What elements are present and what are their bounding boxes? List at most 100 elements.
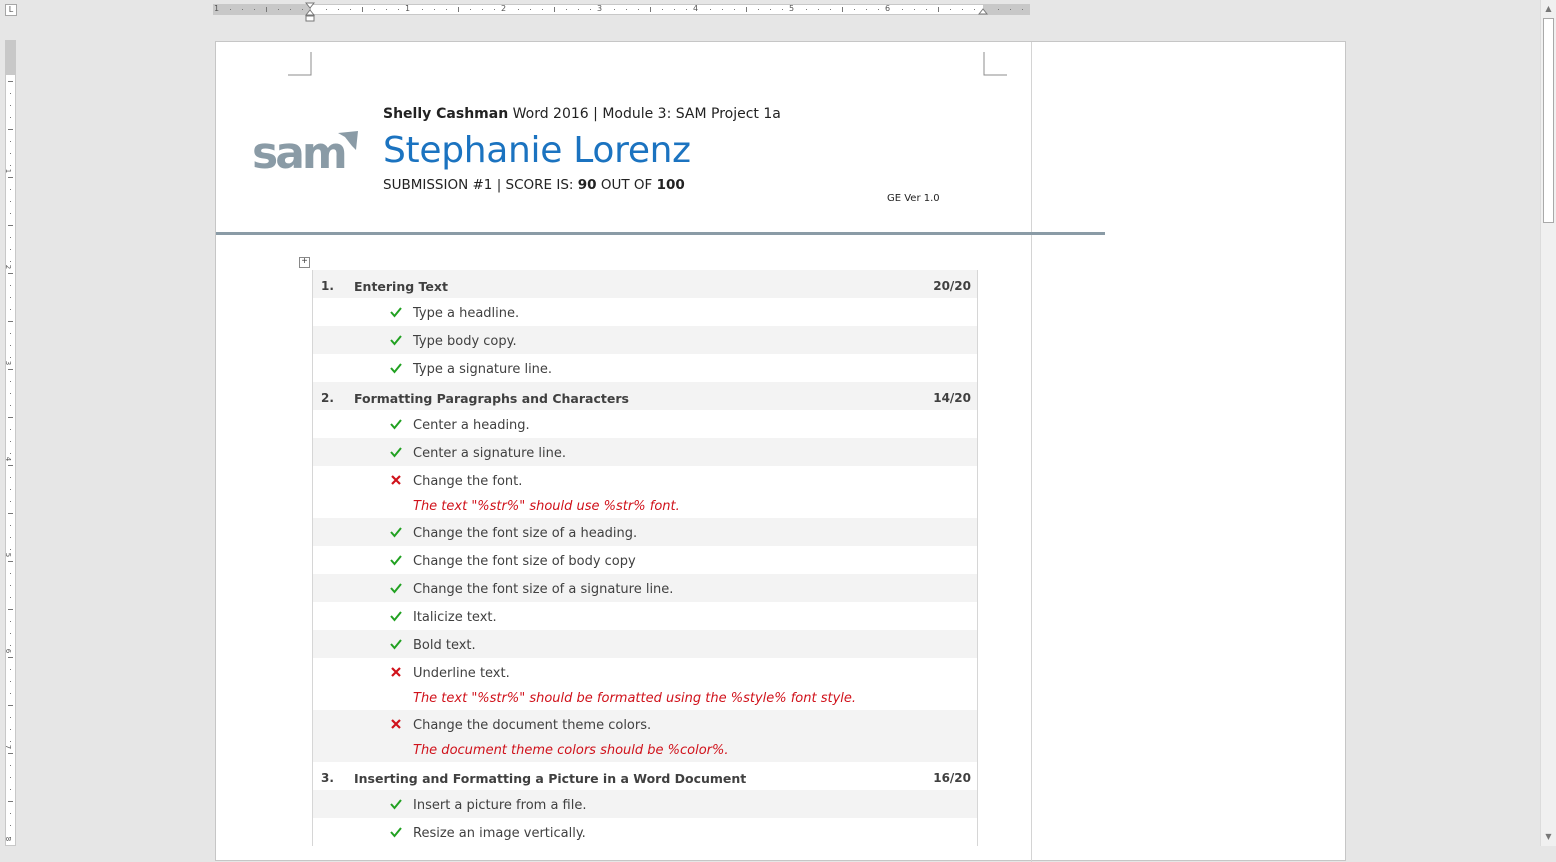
task-text: Change the font size of a heading. — [413, 526, 638, 541]
ruler-tick — [10, 621, 11, 622]
task-text: Type a headline. — [413, 306, 520, 321]
ruler-tick — [10, 117, 11, 118]
task-text: Change the document theme colors. — [413, 718, 652, 733]
score-label: SCORE IS: — [505, 177, 574, 193]
ruler-number: 7 — [4, 744, 13, 750]
ruler-tick — [866, 9, 867, 10]
x-icon — [391, 719, 401, 729]
ruler-tick — [470, 9, 471, 10]
task-row: Change the font size of a signature line… — [313, 574, 977, 602]
ruler-tick — [8, 81, 13, 82]
ruler-tick — [758, 9, 759, 10]
check-icon — [390, 307, 402, 318]
task-row: Insert a picture from a file. — [313, 790, 977, 818]
section-header: 3. Inserting and Formatting a Picture in… — [313, 762, 977, 790]
ruler-tick — [10, 477, 11, 478]
ruler-tick — [950, 9, 951, 10]
ruler-tick — [10, 597, 11, 598]
svg-text:sam: sam — [252, 128, 345, 178]
student-name: Stephanie Lorenz — [383, 130, 691, 171]
table-move-handle[interactable]: + — [299, 257, 310, 268]
ruler-tick — [1010, 9, 1011, 10]
scroll-down-icon[interactable]: ▼ — [1541, 830, 1556, 844]
ruler-tick — [590, 9, 591, 10]
ruler-tick — [10, 93, 11, 94]
scroll-up-icon[interactable]: ▲ — [1541, 2, 1556, 16]
ruler-number: 8 — [4, 836, 13, 842]
page-margin-edge — [1031, 42, 1032, 862]
ruler-tick — [326, 9, 327, 10]
ruler-tick — [10, 285, 11, 286]
ruler-tick — [542, 9, 543, 10]
ruler-tick — [10, 453, 11, 454]
ruler-number: 2 — [4, 264, 13, 270]
task-row: Change the font size of body copy — [313, 546, 977, 574]
task-row: Underline text. The text "%str%" should … — [313, 658, 977, 710]
task-text: Type body copy. — [413, 334, 517, 349]
task-row: Type a signature line. — [313, 354, 977, 382]
ruler-tick — [386, 9, 387, 10]
task-text: Center a heading. — [413, 418, 530, 433]
task-row: Type a headline. — [313, 298, 977, 326]
ruler-tick — [350, 9, 351, 10]
task-row: Center a heading. — [313, 410, 977, 438]
ruler-tick — [10, 633, 11, 634]
brand-name: Shelly Cashman — [383, 106, 509, 122]
ruler-number: 5 — [789, 4, 795, 13]
ruler-tick — [974, 9, 975, 10]
ruler-number: 1 — [214, 4, 220, 13]
right-indent-marker[interactable] — [978, 8, 988, 18]
sam-logo: sam — [252, 128, 364, 179]
section-number: 3. — [321, 771, 334, 785]
task-text: Bold text. — [413, 638, 476, 653]
ruler-tab-selector[interactable]: L — [5, 4, 17, 16]
task-text: Center a signature line. — [413, 446, 566, 461]
ruler-number: 4 — [693, 4, 699, 13]
ruler-number: 5 — [4, 552, 13, 558]
ruler-tick — [8, 273, 13, 274]
ruler-tick — [1022, 9, 1023, 10]
check-icon — [390, 583, 402, 594]
section-title: Formatting Paragraphs and Characters — [354, 391, 629, 406]
ruler-tick — [806, 9, 807, 10]
ruler-tick — [8, 753, 13, 754]
check-icon — [390, 363, 402, 374]
horizontal-ruler[interactable]: 1 1 2 3 4 5 6 — [213, 4, 1030, 15]
check-icon — [390, 335, 402, 346]
ruler-tick — [782, 9, 783, 10]
task-text: Underline text. — [413, 666, 510, 681]
ruler-tick — [746, 7, 747, 12]
ruler-tick — [8, 321, 13, 322]
first-line-indent-marker[interactable] — [305, 2, 315, 22]
ruler-tick — [10, 405, 11, 406]
ruler-number: 4 — [4, 456, 13, 462]
ruler-tick — [674, 9, 675, 10]
ruler-tick — [902, 9, 903, 10]
vertical-ruler[interactable]: 1 2 3 4 5 6 7 8 — [4, 40, 16, 846]
ruler-tick — [770, 9, 771, 10]
ruler-tick — [10, 381, 11, 382]
header-rule — [216, 232, 1105, 235]
document-page[interactable]: sam Shelly Cashman Word 2016 | Module 3:… — [215, 41, 1346, 862]
section-score: 20/20 — [933, 279, 971, 293]
vertical-scrollbar[interactable]: ▲ ▼ — [1540, 0, 1556, 846]
ruler-tick — [10, 237, 11, 238]
ruler-tick — [10, 309, 11, 310]
check-icon — [390, 527, 402, 538]
task-row: Italicize text. — [313, 602, 977, 630]
section-score: 14/20 — [933, 391, 971, 405]
section-title: Inserting and Formatting a Picture in a … — [354, 771, 747, 786]
ruler-tick — [578, 9, 579, 10]
ruler-tick — [266, 7, 267, 12]
x-icon — [391, 475, 401, 485]
section-number: 1. — [321, 279, 334, 293]
ruler-number: 1 — [4, 168, 13, 174]
ruler-tick — [554, 7, 555, 12]
ruler-tick — [10, 249, 11, 250]
check-icon — [390, 611, 402, 622]
scrollbar-thumb[interactable] — [1543, 18, 1554, 223]
module-name: Module 3: SAM Project 1a — [602, 106, 781, 122]
ruler-tick — [878, 9, 879, 10]
ruler-tick — [10, 489, 11, 490]
task-text: Change the font. — [413, 474, 523, 489]
